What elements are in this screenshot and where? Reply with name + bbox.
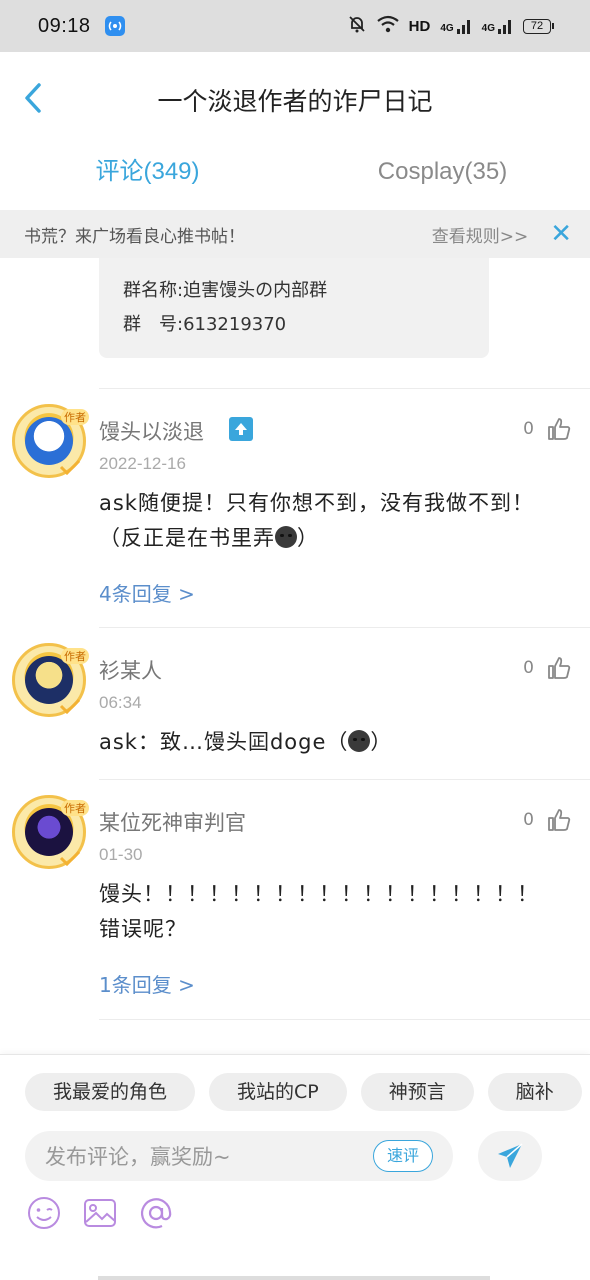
- comment-text-body: ask：致…馒头囸doge（: [99, 730, 349, 754]
- comment-date: 2022-12-16: [99, 454, 186, 473]
- signal-icon: 4G: [440, 18, 471, 34]
- mention-icon[interactable]: [138, 1195, 174, 1231]
- home-indicator: [98, 1276, 490, 1280]
- divider: [99, 1019, 590, 1020]
- avatar[interactable]: 作者: [12, 643, 89, 717]
- battery-level: 72: [523, 18, 551, 34]
- topic-chip[interactable]: 我最爱的角色: [25, 1073, 196, 1111]
- quoted-group-card: 群名称:迫害馒头の内部群 群 号:613219370: [99, 258, 489, 358]
- battery-icon: 72: [523, 18, 554, 34]
- like-button[interactable]: 0: [523, 416, 572, 442]
- quick-comment-button[interactable]: 速评: [372, 1140, 433, 1172]
- author-badge: 作者: [61, 648, 89, 664]
- dark-face-emoji-icon: [275, 526, 297, 548]
- paper-plane-icon: [498, 1143, 523, 1168]
- header: 一个淡退作者的诈尸日记: [0, 52, 590, 144]
- group-number: 群 号:613219370: [123, 314, 287, 335]
- thumbs-up-icon: [548, 657, 571, 679]
- mute-icon: [347, 14, 367, 39]
- status-bar: 09:18 HD 4G 4G 72: [0, 0, 590, 52]
- like-button[interactable]: 0: [523, 807, 572, 833]
- verified-check-icon: [59, 850, 81, 866]
- comment-date: 01-30: [99, 845, 143, 864]
- dark-face-emoji-icon: [348, 730, 371, 752]
- comment-item: 作者 某位死神审判官 01-30 0 馒头！！！！！！！！！！！！！！！！！！错…: [0, 779, 590, 1019]
- status-icons: HD 4G 4G 72: [347, 14, 554, 39]
- topic-chip[interactable]: 神预言: [360, 1073, 474, 1111]
- view-rules-link[interactable]: 查看规则>>: [432, 222, 529, 247]
- username[interactable]: 某位死神审判官: [99, 807, 246, 837]
- like-count: 0: [523, 658, 534, 678]
- topic-chip[interactable]: 脑补: [487, 1073, 582, 1111]
- avatar[interactable]: 作者: [12, 404, 89, 478]
- replies-link[interactable]: 4条回复 >: [99, 578, 195, 607]
- image-icon[interactable]: [82, 1195, 118, 1231]
- hd-indicator: HD: [408, 17, 431, 35]
- comment-text-tail: ）: [297, 526, 319, 550]
- thumbs-up-icon: [548, 809, 571, 831]
- tab-cosplay[interactable]: Cosplay(35): [295, 144, 590, 210]
- author-badge: 作者: [61, 409, 89, 425]
- close-icon[interactable]: ✕: [550, 221, 572, 247]
- comment-text-tail: ）: [370, 730, 393, 754]
- level-up-icon: [229, 417, 253, 441]
- tab-bar: 评论(349) Cosplay(35): [0, 144, 590, 210]
- send-button[interactable]: [478, 1131, 542, 1181]
- like-count: 0: [523, 810, 534, 830]
- verified-check-icon: [59, 459, 81, 475]
- topic-chips: 我最爱的角色 我站的CP 神预言 脑补: [25, 1073, 590, 1113]
- comment-item: 作者 馒头以淡退 2022-12-16 0 ask随便提！只有你想不到，没有我做…: [0, 388, 590, 628]
- like-button[interactable]: 0: [523, 655, 572, 681]
- comment-date: 06:34: [99, 693, 142, 712]
- notification-app-icon: [104, 16, 125, 36]
- thumbs-up-icon: [548, 418, 571, 440]
- like-count: 0: [523, 419, 534, 439]
- username[interactable]: 馒头以淡退: [99, 416, 204, 446]
- comment-text: ask：致…馒头囸doge（ ）: [99, 725, 559, 760]
- signal-icon-2: 4G: [482, 18, 513, 34]
- composer-tools: [26, 1195, 174, 1231]
- comment-input-placeholder: 发布评论，赢奖励~: [45, 1145, 231, 1169]
- username[interactable]: 衫某人: [99, 655, 162, 685]
- topic-chip[interactable]: 我站的CP: [209, 1073, 347, 1111]
- replies-link[interactable]: 1条回复 >: [99, 969, 195, 998]
- comment-text: 馒头！！！！！！！！！！！！！！！！！！错误呢？: [99, 877, 559, 947]
- author-badge: 作者: [61, 800, 89, 816]
- page: 09:18 HD 4G 4G 72 一个淡退作者的诈尸日记 评论(349) Co…: [0, 0, 590, 1280]
- signal-label-2: 4G: [481, 23, 495, 34]
- tab-comments[interactable]: 评论(349): [0, 144, 295, 210]
- signal-label-1: 4G: [440, 23, 454, 34]
- comment-item: 作者 衫某人 06:34 0 ask：致…馒头囸doge（ ）: [0, 627, 590, 779]
- banner-text[interactable]: 书荒？来广场看良心推书帖！: [24, 222, 245, 247]
- comment-input[interactable]: 发布评论，赢奖励~ 速评: [25, 1131, 453, 1181]
- group-name: 群名称:迫害馒头の内部群: [123, 280, 328, 301]
- comment-composer: 我最爱的角色 我站的CP 神预言 脑补 发布评论，赢奖励~ 速评: [0, 1054, 590, 1280]
- comment-text-body: 馒头！！！！！！！！！！！！！！！！！！错误呢？: [99, 882, 539, 941]
- verified-check-icon: [59, 698, 81, 714]
- page-title: 一个淡退作者的诈尸日记: [157, 87, 433, 116]
- promo-banner: 书荒？来广场看良心推书帖！ 查看规则>> ✕: [0, 210, 590, 258]
- comment-text: ask随便提！只有你想不到，没有我做不到！（反正是在书里弄）: [99, 486, 559, 556]
- avatar[interactable]: 作者: [12, 795, 89, 869]
- status-time: 09:18: [38, 14, 91, 37]
- wifi-icon: [376, 15, 399, 38]
- emoji-icon[interactable]: [26, 1195, 62, 1231]
